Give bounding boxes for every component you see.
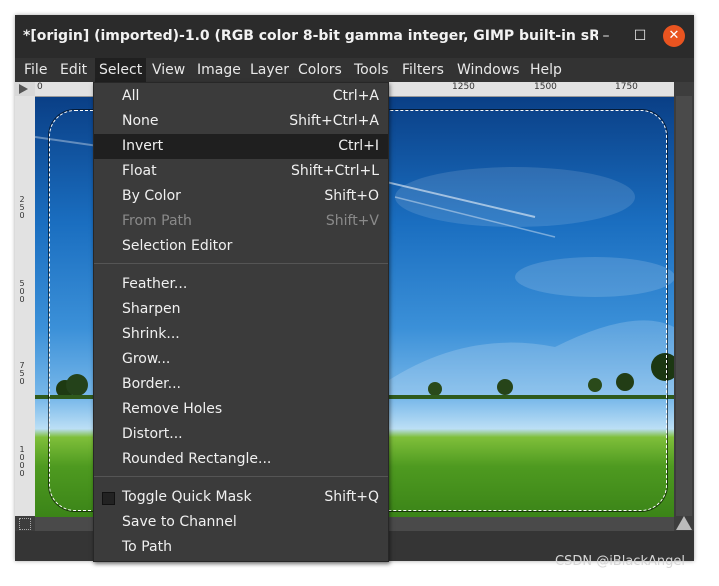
menu-item-label: Distort... <box>122 426 183 442</box>
ruler-label: 1750 <box>615 82 638 92</box>
menu-item-shortcut: Shift+O <box>324 188 379 204</box>
menu-item-label: By Color <box>122 188 181 204</box>
ruler-label: 0 <box>19 469 25 478</box>
watermark-text: CSDN @iBlackAngel <box>555 554 685 569</box>
menu-item-toggle-quick-mask[interactable]: Toggle Quick Mask Shift+Q <box>94 485 388 510</box>
menu-arrow-button[interactable] <box>15 82 35 96</box>
menu-filters[interactable]: Filters <box>398 58 448 82</box>
menu-image[interactable]: Image <box>193 58 245 82</box>
quick-mask-toggle-icon[interactable] <box>19 518 31 530</box>
menu-item-from-path: From Path Shift+V <box>94 209 388 234</box>
menu-item-none[interactable]: None Shift+Ctrl+A <box>94 109 388 134</box>
menu-item-shrink[interactable]: Shrink... <box>94 322 388 347</box>
select-menu-dropdown: All Ctrl+A None Shift+Ctrl+A Invert Ctrl… <box>93 82 389 562</box>
ruler-label: 0 <box>19 211 25 220</box>
menu-item-label: Invert <box>122 138 164 154</box>
ruler-label: 1500 <box>534 82 557 92</box>
menu-tools[interactable]: Tools <box>350 58 393 82</box>
maximize-icon[interactable]: ☐ <box>629 25 651 47</box>
menu-item-shortcut: Shift+Ctrl+A <box>289 113 379 129</box>
menu-item-border[interactable]: Border... <box>94 372 388 397</box>
ruler-label: 1250 <box>452 82 475 92</box>
menu-item-distort[interactable]: Distort... <box>94 422 388 447</box>
menu-item-by-color[interactable]: By Color Shift+O <box>94 184 388 209</box>
menu-item-label: Shrink... <box>122 326 180 342</box>
ruler-label: 0 <box>19 295 25 304</box>
menu-item-shortcut: Shift+Ctrl+L <box>291 163 379 179</box>
triangle-right-icon <box>19 84 28 94</box>
menu-item-sharpen[interactable]: Sharpen <box>94 297 388 322</box>
menu-item-label: Grow... <box>122 351 171 367</box>
menu-item-label: Float <box>122 163 157 179</box>
menu-item-remove-holes[interactable]: Remove Holes <box>94 397 388 422</box>
menu-item-float[interactable]: Float Shift+Ctrl+L <box>94 159 388 184</box>
menu-item-label: Remove Holes <box>122 401 223 417</box>
menu-item-label: Feather... <box>122 276 188 292</box>
menu-item-label: Selection Editor <box>122 238 233 254</box>
menu-item-shortcut: Ctrl+A <box>332 88 379 104</box>
menu-colors[interactable]: Colors <box>294 58 346 82</box>
ruler-label: 0 <box>19 377 25 386</box>
menu-item-label: Border... <box>122 376 182 392</box>
menu-item-label: Save to Channel <box>122 514 237 530</box>
close-icon[interactable]: ✕ <box>663 25 685 47</box>
vertical-ruler[interactable]: 2 5 0 5 0 0 7 5 0 1 0 0 0 <box>15 96 36 516</box>
menu-item-label: To Path <box>122 539 172 555</box>
menu-bar: File Edit Select View Image Layer Colors… <box>15 58 694 82</box>
menu-item-shortcut: Shift+Q <box>324 489 379 505</box>
menu-layer[interactable]: Layer <box>246 58 293 82</box>
menu-separator <box>94 476 388 477</box>
menu-item-selection-editor[interactable]: Selection Editor <box>94 234 388 259</box>
menu-separator <box>94 263 388 264</box>
menu-item-all[interactable]: All Ctrl+A <box>94 84 388 109</box>
menu-item-label: Rounded Rectangle... <box>122 451 272 467</box>
menu-item-rounded-rectangle[interactable]: Rounded Rectangle... <box>94 447 388 472</box>
minimize-icon[interactable]: – <box>595 25 617 47</box>
menu-item-to-path[interactable]: To Path <box>94 535 388 560</box>
menu-windows[interactable]: Windows <box>453 58 524 82</box>
ruler-label: 0 <box>37 82 43 92</box>
menu-help[interactable]: Help <box>526 58 566 82</box>
menu-item-shortcut: Shift+V <box>325 213 379 229</box>
menu-item-label: All <box>122 88 140 104</box>
menu-item-feather[interactable]: Feather... <box>94 272 388 297</box>
menu-edit[interactable]: Edit <box>56 58 91 82</box>
menu-item-invert[interactable]: Invert Ctrl+I <box>94 134 388 159</box>
vertical-scrollbar[interactable] <box>676 96 692 516</box>
menu-item-shortcut: Ctrl+I <box>338 138 379 154</box>
menu-item-label: Sharpen <box>122 301 181 317</box>
menu-item-label: From Path <box>122 213 192 229</box>
menu-item-save-to-channel[interactable]: Save to Channel <box>94 510 388 535</box>
menu-file[interactable]: File <box>20 58 51 82</box>
title-bar[interactable]: *[origin] (imported)-1.0 (RGB color 8-bi… <box>15 15 694 58</box>
menu-item-grow[interactable]: Grow... <box>94 347 388 372</box>
menu-item-label: Toggle Quick Mask <box>122 489 252 505</box>
checkbox-icon[interactable] <box>102 492 115 505</box>
window-title: *[origin] (imported)-1.0 (RGB color 8-bi… <box>23 28 598 44</box>
menu-view[interactable]: View <box>148 58 189 82</box>
menu-select[interactable]: Select <box>95 58 147 82</box>
menu-item-label: None <box>122 113 159 129</box>
navigate-icon[interactable] <box>676 516 692 530</box>
